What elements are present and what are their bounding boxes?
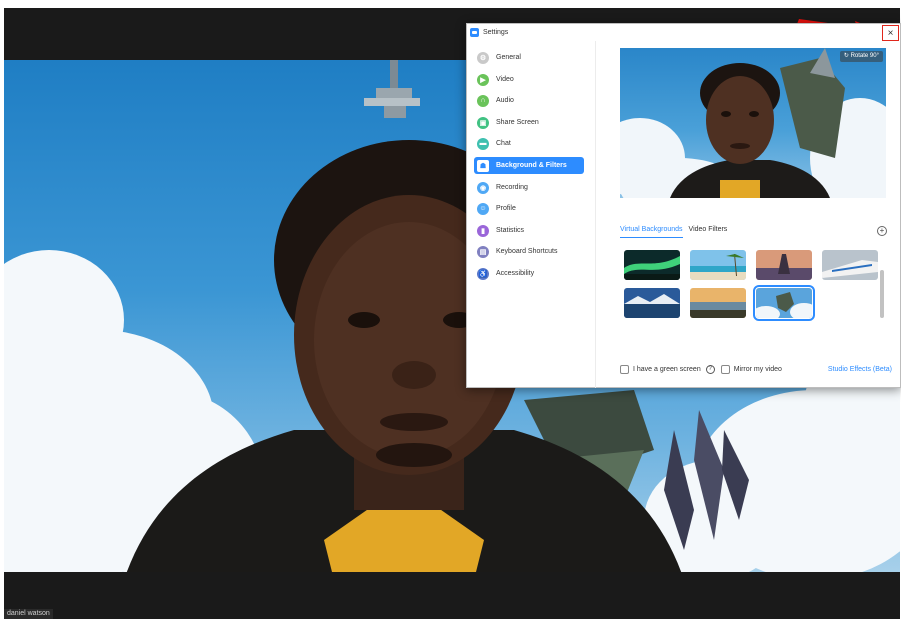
video-icon: ▶ [477,73,489,86]
sidebar-item-accessibility[interactable]: ♿ Accessibility [474,265,584,282]
keyboard-icon: ▤ [477,245,489,258]
zoom-app-icon [470,28,479,37]
sidebar-item-label: Chat [496,140,511,147]
tab-virtual-backgrounds[interactable]: Virtual Backgrounds [620,226,683,238]
studio-effects-link[interactable]: Studio Effects (Beta) [828,366,892,373]
background-thumbnail-lake[interactable] [624,288,680,318]
sidebar-item-label: Statistics [496,227,525,234]
sidebar-item-keyboard-shortcuts[interactable]: ▤ Keyboard Shortcuts [474,243,584,260]
sidebar-item-share-screen[interactable]: ▣ Share Screen [474,114,584,131]
gallery-scrollbar [880,248,884,326]
sidebar-item-label: Share Screen [496,119,539,126]
sidebar-item-label: General [496,54,521,61]
close-icon: × [887,27,894,39]
preview-image [620,48,886,198]
share-screen-icon: ▣ [477,116,489,129]
green-screen-label: I have a green screen [633,365,701,373]
sidebar-item-label: Keyboard Shortcuts [496,248,558,255]
close-button[interactable]: × [882,25,899,41]
sidebar-item-video[interactable]: ▶ Video [474,71,584,88]
sidebar-item-label: Audio [496,97,514,104]
person-icon: ☗ [477,159,489,172]
background-gallery [622,248,882,321]
settings-title: Settings [483,29,509,36]
statistics-icon: ▮ [477,224,489,237]
sidebar-item-background-filters[interactable]: ☗ Background & Filters [474,157,584,174]
accessibility-icon: ♿ [477,267,489,280]
background-options: I have a green screen ? Mirror my video … [620,363,892,375]
sidebar-item-label: Profile [496,205,516,212]
tab-video-filters[interactable]: Video Filters [689,226,728,238]
settings-titlebar: Settings [467,24,900,41]
profile-icon: ☺ [477,202,489,215]
settings-sidebar: ⚙ General ▶ Video ∩ Audio ▣ Share Screen… [467,41,596,388]
mirror-video-label: Mirror my video [733,365,782,373]
sidebar-item-audio[interactable]: ∩ Audio [474,92,584,109]
green-screen-checkbox[interactable] [620,364,629,374]
headphones-icon: ∩ [477,94,489,107]
background-thumbnail-castle[interactable] [753,285,815,321]
video-preview: ↻ Rotate 90° [620,48,886,198]
sidebar-item-chat[interactable]: ▬ Chat [474,135,584,152]
background-thumbnail-sunset[interactable] [690,288,746,318]
sidebar-item-label: Accessibility [496,270,535,277]
gear-icon: ⚙ [477,51,489,64]
participant-name-tag: daniel watson [4,609,53,619]
add-background-button[interactable]: + [877,226,887,236]
background-tabs: Virtual Backgrounds Video Filters [620,226,733,238]
background-thumbnail-train[interactable] [822,250,878,280]
sidebar-item-label: Recording [496,184,528,191]
help-icon[interactable]: ? [705,364,715,374]
sidebar-item-label: Background & Filters [496,162,567,169]
recording-icon: ◉ [477,181,489,194]
sidebar-item-statistics[interactable]: ▮ Statistics [474,222,584,239]
rotate-button[interactable]: ↻ Rotate 90° [839,51,883,62]
background-thumbnail-eiffel[interactable] [756,250,812,280]
mirror-video-checkbox[interactable] [720,364,730,374]
sidebar-item-recording[interactable]: ◉ Recording [474,179,584,196]
chat-icon: ▬ [477,137,489,150]
video-bottom-bar: daniel watson [4,572,900,619]
background-thumbnail-beach[interactable] [690,250,746,280]
sidebar-item-label: Video [496,76,514,83]
background-thumbnail-aurora[interactable] [624,250,680,280]
settings-window: Settings × ⚙ General ▶ Video ∩ Audio ▣ S… [466,23,901,388]
gallery-scroll-thumb[interactable] [880,270,884,318]
sidebar-item-profile[interactable]: ☺ Profile [474,200,584,217]
sidebar-item-general[interactable]: ⚙ General [474,49,584,66]
